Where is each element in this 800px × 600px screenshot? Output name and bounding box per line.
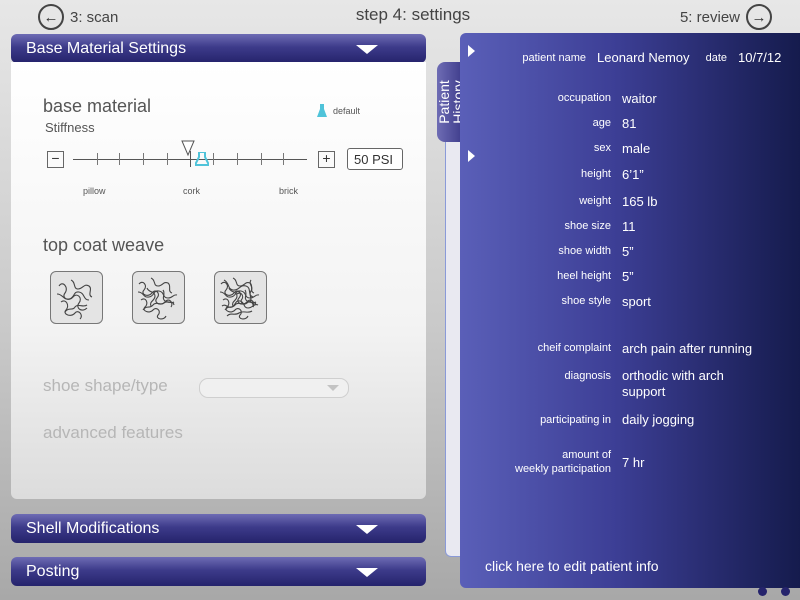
complaint-label: cheif complaint bbox=[537, 342, 611, 354]
shoe-style-label: shoe style bbox=[561, 295, 611, 307]
triangle-down-icon bbox=[356, 568, 378, 577]
slider-tick bbox=[143, 153, 144, 165]
patient-history-panel: patient name Leonard Nemoy date 10/7/12 … bbox=[460, 33, 800, 588]
participating-value: daily jogging bbox=[622, 412, 695, 427]
shell-modifications-title: Shell Modifications bbox=[26, 519, 160, 537]
slider-tick bbox=[237, 153, 238, 165]
slider-tick bbox=[261, 153, 262, 165]
stiffness-value-field[interactable]: 50 PSI bbox=[347, 148, 403, 170]
heel-height-value: 5” bbox=[622, 269, 634, 284]
next-label: 5: review bbox=[679, 8, 740, 26]
stiffness-label: Stiffness bbox=[45, 120, 95, 135]
weave-dense-icon bbox=[219, 277, 260, 320]
base-material-heading: base material bbox=[43, 96, 152, 116]
page-indicator-dot[interactable] bbox=[758, 587, 767, 596]
base-material-header[interactable]: Base Material Settings bbox=[11, 34, 426, 63]
base-material-panel: base material Stiffness default − + 50 P… bbox=[11, 62, 426, 499]
slider-tick bbox=[119, 153, 120, 165]
patient-name-label: patient name bbox=[522, 52, 586, 64]
triangle-down-icon bbox=[356, 45, 378, 54]
weight-value: 165 lb bbox=[622, 194, 658, 209]
date-label: date bbox=[705, 52, 727, 64]
base-material-title: Base Material Settings bbox=[26, 39, 187, 57]
flask-icon bbox=[317, 104, 327, 117]
default-legend: default bbox=[317, 104, 360, 118]
default-legend-label: default bbox=[333, 106, 361, 116]
edit-patient-info-link[interactable]: click here to edit patient info bbox=[485, 558, 659, 574]
heel-height-label: heel height bbox=[557, 270, 611, 282]
shoe-width-value: 5” bbox=[622, 244, 634, 259]
shoe-size-label: shoe size bbox=[564, 220, 611, 232]
triangle-down-icon bbox=[356, 525, 378, 534]
complaint-value: arch pain after running bbox=[622, 341, 753, 356]
chevron-down-icon bbox=[327, 385, 339, 391]
play-icon[interactable] bbox=[468, 150, 475, 162]
stiffness-decrease-button[interactable]: − bbox=[47, 151, 64, 168]
shoe-width-label: shoe width bbox=[558, 245, 611, 257]
slider-mark-pillow: pillow bbox=[83, 186, 106, 196]
posting-header[interactable]: Posting bbox=[11, 557, 426, 586]
diagnosis-value-line-2: support bbox=[622, 384, 666, 399]
weave-option-medium[interactable] bbox=[132, 271, 185, 324]
height-label: height bbox=[581, 168, 611, 180]
shoe-shape-select[interactable] bbox=[199, 378, 349, 398]
sex-value: male bbox=[622, 141, 651, 156]
page-indicator-dot[interactable] bbox=[781, 587, 790, 596]
sex-label: sex bbox=[593, 142, 611, 154]
weave-option-dense[interactable] bbox=[214, 271, 267, 324]
date-value: 10/7/12 bbox=[738, 50, 782, 65]
slider-mark-cork: cork bbox=[183, 186, 201, 196]
slider-tick bbox=[97, 153, 98, 165]
weave-option-loose[interactable] bbox=[50, 271, 103, 324]
weave-loose-icon bbox=[56, 279, 93, 320]
age-label: age bbox=[592, 117, 611, 129]
occupation-value: waitor bbox=[622, 91, 657, 106]
participating-label: participating in bbox=[540, 414, 611, 426]
weave-medium-icon bbox=[137, 277, 178, 320]
amount-value: 7 hr bbox=[622, 455, 645, 470]
shell-modifications-header[interactable]: Shell Modifications bbox=[11, 514, 426, 543]
stiffness-slider-track[interactable] bbox=[73, 151, 307, 167]
occupation-label: occupation bbox=[557, 92, 611, 104]
slider-tick bbox=[167, 153, 168, 165]
height-value: 6’1” bbox=[622, 167, 644, 182]
arrow-right-icon: → bbox=[746, 4, 772, 30]
age-value: 81 bbox=[622, 116, 637, 131]
weight-label: weight bbox=[579, 195, 611, 207]
shoe-size-value: 11 bbox=[622, 219, 636, 234]
stiffness-slider-handle[interactable] bbox=[181, 140, 195, 156]
next-to-review-button[interactable]: 5: review → bbox=[680, 4, 772, 30]
slider-tick bbox=[213, 153, 214, 165]
posting-title: Posting bbox=[26, 562, 80, 580]
diagnosis-label: diagnosis bbox=[564, 370, 611, 382]
amount-label-line-1: amount of bbox=[562, 449, 611, 461]
default-marker-icon bbox=[195, 152, 209, 166]
play-icon[interactable] bbox=[468, 45, 475, 57]
amount-label-line-2: weekly participation bbox=[515, 463, 611, 475]
stiffness-increase-button[interactable]: + bbox=[318, 151, 335, 168]
patient-name-value: Leonard Nemoy bbox=[597, 50, 690, 65]
slider-mark-brick: brick bbox=[279, 186, 299, 196]
advanced-features-label[interactable]: advanced features bbox=[43, 423, 183, 443]
top-coat-weave-heading: top coat weave bbox=[43, 235, 165, 255]
diagnosis-value-line-1: orthodic with arch bbox=[622, 368, 724, 383]
slider-tick bbox=[283, 153, 284, 165]
shoe-style-value: sport bbox=[622, 294, 651, 309]
shoe-shape-label: shoe shape/type bbox=[43, 376, 168, 395]
